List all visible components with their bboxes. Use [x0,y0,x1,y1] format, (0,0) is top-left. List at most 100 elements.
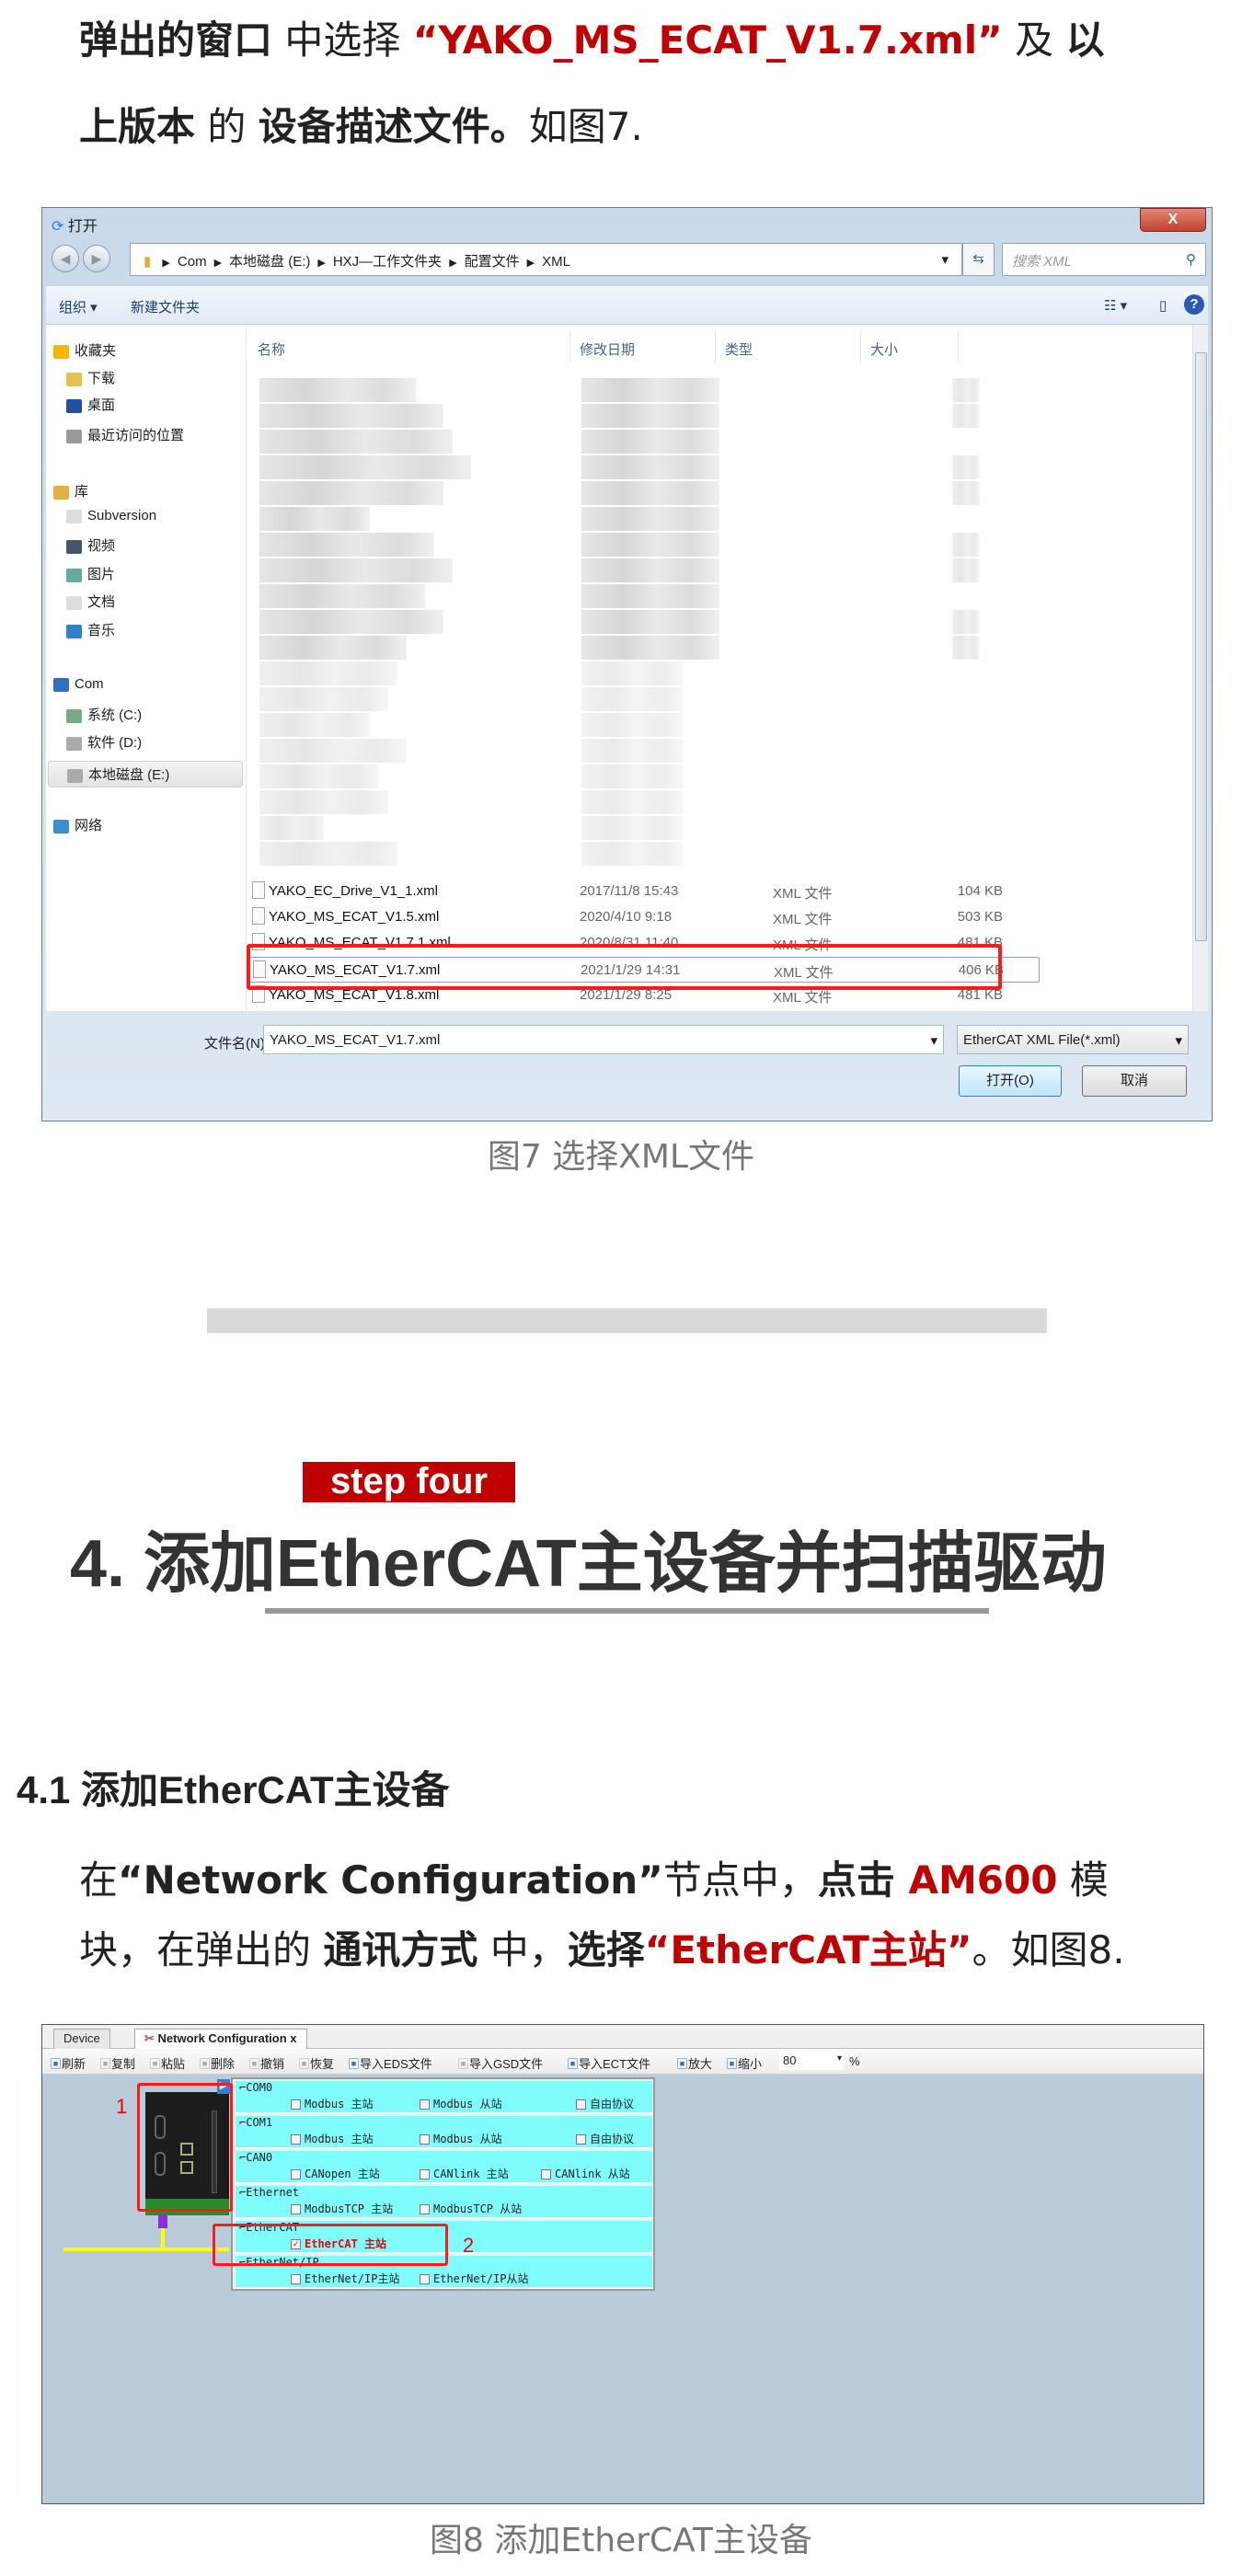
text-segment: 以 [1065,17,1105,63]
checkbox[interactable] [420,2099,430,2110]
organize-button[interactable]: 组织 ▾ [59,297,98,316]
forward-button[interactable]: ▶ [83,245,110,272]
breadcrumb-item[interactable]: XML [542,254,570,270]
protocol-option[interactable]: Modbus 主站 [291,2131,374,2146]
text-segment: 模 [1057,1857,1109,1903]
toolbar-button[interactable]: ▣导入EDS文件 [348,2054,432,2072]
blurred-row [581,610,719,634]
checkbox[interactable] [291,2274,301,2284]
blurred-row [581,842,683,866]
toolbar-button[interactable]: ▣刷新 [50,2054,86,2072]
nav-item[interactable]: 桌面 [66,395,115,414]
nav-item[interactable]: 视频 [66,535,115,555]
zoom-select[interactable]: 80 ▾ [779,2052,844,2070]
open-button[interactable]: 打开(O) [959,1065,1062,1097]
nav-item[interactable]: 音乐 [66,620,115,639]
address-bar[interactable]: ▮ ▶ Com ▶ 本地磁盘 (E:) ▶ HXJ—工作文件夹 ▶ 配置文件 ▶ XML ▾ [130,243,962,276]
protocol-option[interactable]: ModbusTCP 主站 [291,2201,393,2216]
refresh-icon[interactable]: ⇆ [962,243,995,276]
toolbar-button[interactable]: ▣撤销 [248,2054,284,2072]
file-row[interactable]: YAKO_EC_Drive_V1_1.xml 2017/11/8 15:43 XML… [248,879,1040,904]
breadcrumb-item[interactable]: Com [178,254,207,270]
help-icon[interactable]: ? [1184,294,1204,315]
column-size[interactable]: 大小 [861,330,959,363]
nav-item[interactable]: 软件 (D:) [66,732,142,752]
preview-pane-icon[interactable]: ▯ [1159,297,1167,314]
checkbox[interactable] [541,2169,551,2179]
checkbox[interactable] [576,2099,586,2110]
checkbox[interactable] [420,2169,430,2179]
toolbar-button[interactable]: ▣粘贴 [149,2054,185,2072]
checkbox[interactable] [291,2204,301,2214]
nav-item[interactable]: 本地磁盘 (E:) [48,761,243,788]
protocol-option[interactable]: CANlink 从站 [541,2166,630,2181]
protocol-option[interactable]: EtherNet/IP从站 [420,2271,528,2286]
chevron-down-icon[interactable]: ▾ [941,251,949,268]
protocol-option[interactable]: 自由协议 [576,2131,634,2146]
blurred-row [952,610,980,634]
checkbox[interactable] [420,2274,430,2284]
toolbar-button[interactable]: ▣导入ECT文件 [567,2054,650,2072]
protocol-option[interactable]: Modbus 从站 [420,2096,502,2111]
column-name[interactable]: 名称 [248,330,570,363]
checkbox[interactable] [291,2099,301,2110]
protocol-option[interactable]: CANlink 主站 [420,2166,509,2181]
intro-line-2: 上版本 的 设备描述文件。如图7. [79,99,643,155]
nav-item[interactable]: 系统 (C:) [66,705,142,724]
breadcrumb-item[interactable]: 本地磁盘 (E:) [229,254,310,270]
view-options-icon[interactable]: ☷ ▾ [1104,297,1127,314]
column-type[interactable]: 类型 [716,330,861,363]
subsection-heading: 4.1 添加EtherCAT主设备 [17,1768,450,1811]
protocol-option[interactable]: CANopen 主站 [291,2166,380,2181]
nav-item[interactable]: Subversion [66,508,156,523]
checkbox[interactable] [291,2169,301,2179]
toolbar-button[interactable]: ▣恢复 [298,2054,334,2072]
protocol-option[interactable]: 自由协议 [576,2096,634,2111]
checkbox[interactable] [291,2134,301,2145]
nav-item[interactable]: 网络 [53,815,102,834]
group-name: COM0 [246,2081,273,2094]
new-folder-button[interactable]: 新建文件夹 [131,297,200,316]
nav-item[interactable]: 最近访问的位置 [66,425,184,444]
nav-item-label: 文档 [87,594,116,610]
nav-item[interactable]: 收藏夹 [53,340,116,360]
file-row[interactable]: YAKO_MS_ECAT_V1.5.xml 2020/4/10 9:18 XML 文… [248,904,1040,930]
protocol-option[interactable]: Modbus 主站 [291,2096,374,2111]
group-name: Ethernet [246,2186,300,2199]
vertical-scrollbar[interactable] [1192,325,1208,1011]
nav-item[interactable]: 下载 [66,368,115,387]
toolbar-button[interactable]: ▣复制 [99,2054,135,2072]
checkbox[interactable] [420,2134,430,2145]
blurred-row [259,610,443,634]
search-input[interactable]: 搜索 XML ⚲ [1002,243,1206,276]
nav-item-label: 本地磁盘 (E:) [88,767,170,783]
close-button[interactable]: X [1140,208,1206,232]
toolbar-button[interactable]: ▣放大 [676,2054,712,2072]
tab-device[interactable]: Device [53,2029,110,2049]
filename-input[interactable]: YAKO_MS_ECAT_V1.7.xml ▾ [263,1025,944,1054]
nav-item-label: 音乐 [87,623,116,638]
toolbar-button[interactable]: ▣导入GSD文件 [457,2054,543,2072]
filetype-select[interactable]: EtherCAT XML File(*.xml) ▾ [957,1025,1189,1054]
protocol-option[interactable]: Modbus 从站 [420,2131,502,2146]
toolbar-button[interactable]: ▣删除 [199,2054,235,2072]
checkbox[interactable] [576,2134,586,2145]
nav-item[interactable]: 库 [53,481,88,500]
text-segment: 中选择 [272,17,413,63]
back-button[interactable]: ◀ [52,245,79,272]
breadcrumb-item[interactable]: HXJ—工作文件夹 [333,254,442,270]
breadcrumb-item[interactable]: 配置文件 [465,254,520,270]
tab-network-configuration[interactable]: ✂ Network Configuration x [134,2029,307,2049]
nav-item[interactable]: 文档 [66,592,115,611]
nav-item[interactable]: Com [53,676,104,692]
column-date[interactable]: 修改日期 [570,330,716,363]
scrollbar-thumb[interactable] [1195,352,1207,941]
cancel-button[interactable]: 取消 [1082,1065,1187,1097]
nav-item[interactable]: 图片 [66,564,115,583]
checkbox[interactable] [420,2204,430,2214]
toolbar-button[interactable]: ▣缩小 [726,2054,762,2072]
close-tab-icon[interactable]: x [290,2031,296,2045]
protocol-option[interactable]: ModbusTCP 从站 [420,2201,522,2216]
blurred-row [952,481,980,505]
protocol-option[interactable]: EtherNet/IP主站 [291,2271,399,2286]
